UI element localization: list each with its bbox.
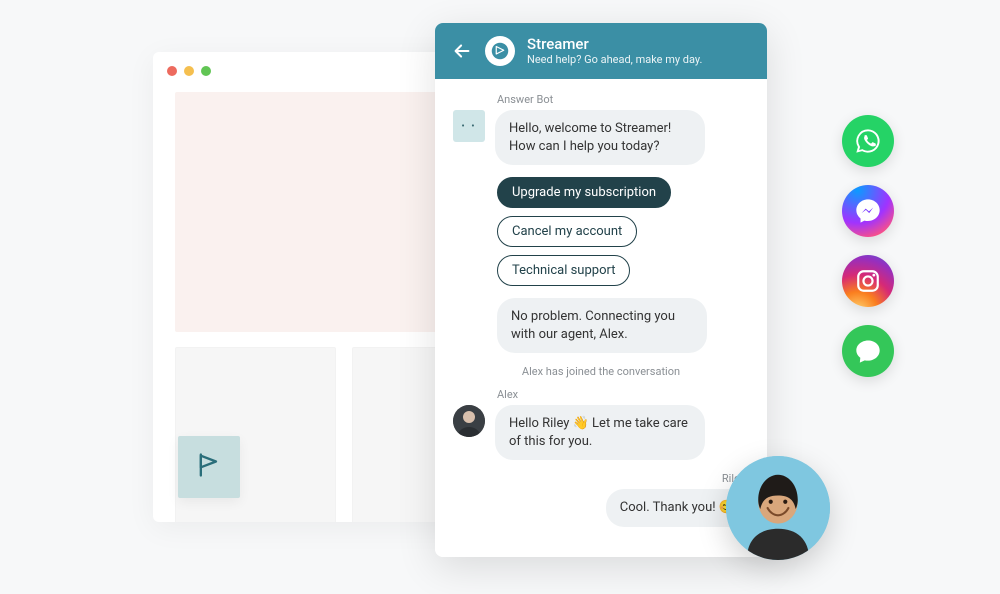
message-row: Cool. Thank you! 😊 (453, 489, 749, 527)
channel-icon-column (842, 115, 894, 377)
whatsapp-icon (854, 127, 882, 155)
sender-label-agent: Alex (497, 388, 749, 401)
sms-icon (854, 337, 882, 365)
instagram-icon (855, 268, 881, 294)
message-row: No problem. Connecting you with our agen… (497, 298, 749, 353)
floating-user-avatar (726, 456, 830, 560)
minimize-window-dot (184, 66, 194, 76)
chat-body: Answer Bot • • Hello, welcome to Streame… (435, 79, 767, 557)
arrow-left-icon (451, 40, 473, 62)
maximize-window-dot (201, 66, 211, 76)
channel-sms[interactable] (842, 325, 894, 377)
chat-subtitle: Need help? Go ahead, make my day. (527, 53, 702, 66)
chat-header-text: Streamer Need help? Go ahead, make my da… (527, 36, 702, 66)
chat-header: Streamer Need help? Go ahead, make my da… (435, 23, 767, 79)
avatar-illustration (726, 456, 830, 560)
chat-title: Streamer (527, 36, 702, 53)
agent-avatar (453, 405, 485, 437)
messenger-icon (854, 197, 882, 225)
back-button[interactable] (451, 40, 473, 62)
message-row: • • Hello, welcome to Streamer! How can … (453, 110, 749, 165)
bot-message-bubble: No problem. Connecting you with our agen… (497, 298, 707, 353)
flag-icon (195, 451, 223, 483)
message-row: Hello Riley 👋 Let me take care of this f… (453, 405, 749, 460)
quick-reply-cancel[interactable]: Cancel my account (497, 216, 637, 247)
chat-launcher-button[interactable] (178, 436, 240, 498)
channel-messenger[interactable] (842, 185, 894, 237)
chat-widget: Streamer Need help? Go ahead, make my da… (435, 23, 767, 557)
channel-instagram[interactable] (842, 255, 894, 307)
streamer-logo-icon (491, 42, 509, 60)
window-traffic-lights (167, 66, 211, 76)
agent-message-bubble: Hello Riley 👋 Let me take care of this f… (495, 405, 705, 460)
quick-reply-upgrade[interactable]: Upgrade my subscription (497, 177, 671, 208)
close-window-dot (167, 66, 177, 76)
brand-avatar (485, 36, 515, 66)
bot-message-bubble: Hello, welcome to Streamer! How can I he… (495, 110, 705, 165)
channel-whatsapp[interactable] (842, 115, 894, 167)
sender-label-user: Riley (453, 472, 745, 485)
quick-reply-tech[interactable]: Technical support (497, 255, 630, 286)
quick-reply-row: Upgrade my subscription Cancel my accoun… (497, 177, 749, 286)
sender-label-bot: Answer Bot (497, 93, 749, 106)
system-notice: Alex has joined the conversation (453, 365, 749, 378)
bot-avatar: • • (453, 110, 485, 142)
